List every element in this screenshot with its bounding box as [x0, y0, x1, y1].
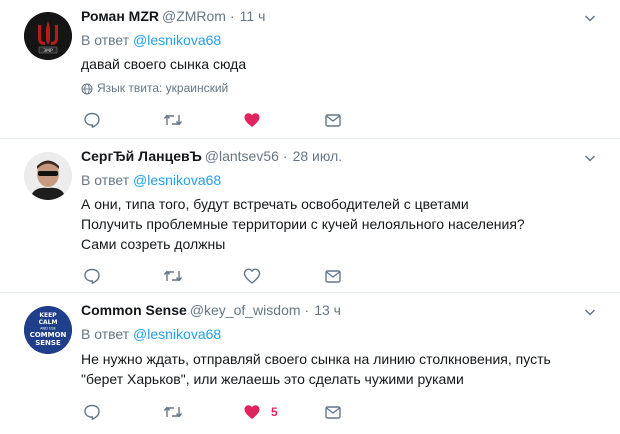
reply-context: В ответ @lesnikova68: [81, 32, 221, 48]
separator-dot: ·: [229, 8, 235, 24]
reply-context: В ответ @lesnikova68: [81, 172, 221, 188]
retweet-icon: [163, 406, 183, 418]
reply-button[interactable]: [83, 402, 101, 422]
like-button[interactable]: [243, 110, 271, 130]
tweet[interactable]: ЗМР Роман MZR @ZMRom · 11 ч В ответ @lesnik…: [0, 0, 620, 139]
author-handle[interactable]: @ZMRom: [162, 8, 226, 24]
tweet[interactable]: KEEP CALM AND USE COMMON SENSE Common Se…: [0, 294, 620, 434]
tweet-text: А они, типа того, будут встречать освобо…: [81, 194, 525, 254]
retweet-icon: [163, 270, 183, 282]
separator-dot: ·: [304, 302, 310, 318]
retweet-button[interactable]: [163, 110, 183, 130]
message-icon: [325, 114, 341, 127]
author-name[interactable]: СергЂй ЛанцевЪ: [81, 148, 202, 164]
reply-prefix: В ответ: [81, 326, 130, 342]
tweet-text: давай своего сынка сюда: [81, 54, 246, 74]
avatar[interactable]: ЗМР: [24, 12, 72, 60]
retweet-icon: [163, 114, 183, 126]
reply-icon: [84, 404, 100, 420]
tweet-timestamp[interactable]: 28 июл.: [293, 148, 343, 164]
separator-dot: ·: [282, 148, 288, 164]
svg-text:ЗМР: ЗМР: [43, 48, 53, 54]
author-name[interactable]: Роман MZR: [81, 8, 159, 24]
reply-button[interactable]: [83, 266, 101, 286]
reply-icon: [84, 268, 100, 284]
avatar-text-line: SENSE: [35, 339, 61, 347]
message-button[interactable]: [324, 110, 342, 130]
author-handle[interactable]: @key_of_wisdom: [190, 302, 301, 318]
avatar-text-line: COMMON: [30, 331, 67, 339]
person-photo-icon: [24, 152, 72, 200]
tweet-text-line: Получить проблемные территории с кучей н…: [81, 216, 525, 232]
language-label: Язык твита: украинский: [97, 81, 229, 95]
author-name[interactable]: Common Sense: [81, 302, 187, 318]
message-icon: [325, 406, 341, 419]
avatar-text-line: KEEP: [39, 312, 57, 319]
like-icon: [244, 113, 260, 127]
like-count: 5: [271, 405, 278, 419]
reply-mention-link[interactable]: @lesnikova68: [133, 32, 221, 48]
like-button[interactable]: [243, 266, 271, 286]
avatar-text-line: AND USE: [40, 327, 56, 331]
chevron-down-icon[interactable]: [584, 152, 596, 164]
reply-icon: [84, 112, 100, 128]
message-button[interactable]: [324, 402, 342, 422]
retweet-button[interactable]: [163, 402, 183, 422]
keep-calm-logo: KEEP CALM AND USE COMMON SENSE: [24, 306, 72, 354]
author-handle[interactable]: @lantsev56: [205, 148, 279, 164]
tweet-text-line: давай своего сынка сюда: [81, 56, 247, 72]
avatar[interactable]: [24, 152, 72, 200]
avatar[interactable]: KEEP CALM AND USE COMMON SENSE: [24, 306, 72, 354]
globe-icon: [81, 83, 93, 95]
tweet-timestamp[interactable]: 13 ч: [314, 302, 341, 318]
like-button[interactable]: 5: [243, 402, 278, 422]
reply-prefix: В ответ: [81, 172, 130, 188]
tweet-text-line: Сами созреть должны: [81, 236, 226, 252]
tweet-text-line: "берет Харьков", или желаешь это сделать…: [81, 371, 464, 387]
chevron-down-icon[interactable]: [584, 12, 596, 24]
tweet-actions: [81, 110, 361, 130]
message-icon: [325, 270, 341, 283]
avatar-text-line: CALM: [39, 319, 58, 326]
reply-context: В ответ @lesnikova68: [81, 326, 221, 342]
tweet-actions: [81, 266, 361, 286]
message-button[interactable]: [324, 266, 342, 286]
tweet-text-line: Не нужно ждать, отправляй своего сынка н…: [81, 351, 551, 367]
reply-button[interactable]: [83, 110, 101, 130]
like-icon: [243, 268, 261, 284]
reply-mention-link[interactable]: @lesnikova68: [133, 326, 221, 342]
reply-mention-link[interactable]: @lesnikova68: [133, 172, 221, 188]
like-icon: [244, 405, 260, 419]
reply-prefix: В ответ: [81, 32, 130, 48]
tweet[interactable]: СергЂй ЛанцевЪ @lantsev56 · 28 июл. В ответ…: [0, 140, 620, 293]
tweet-text: Не нужно ждать, отправляй своего сынка н…: [81, 349, 551, 389]
trident-emblem-icon: ЗМР: [24, 12, 72, 60]
tweet-language: Язык твита: украинский: [81, 81, 228, 95]
retweet-button[interactable]: [163, 266, 183, 286]
chevron-down-icon[interactable]: [584, 306, 596, 318]
tweet-text-line: А они, типа того, будут встречать освобо…: [81, 196, 469, 212]
tweet-actions: 5: [81, 402, 361, 422]
tweet-timestamp[interactable]: 11 ч: [240, 8, 266, 24]
